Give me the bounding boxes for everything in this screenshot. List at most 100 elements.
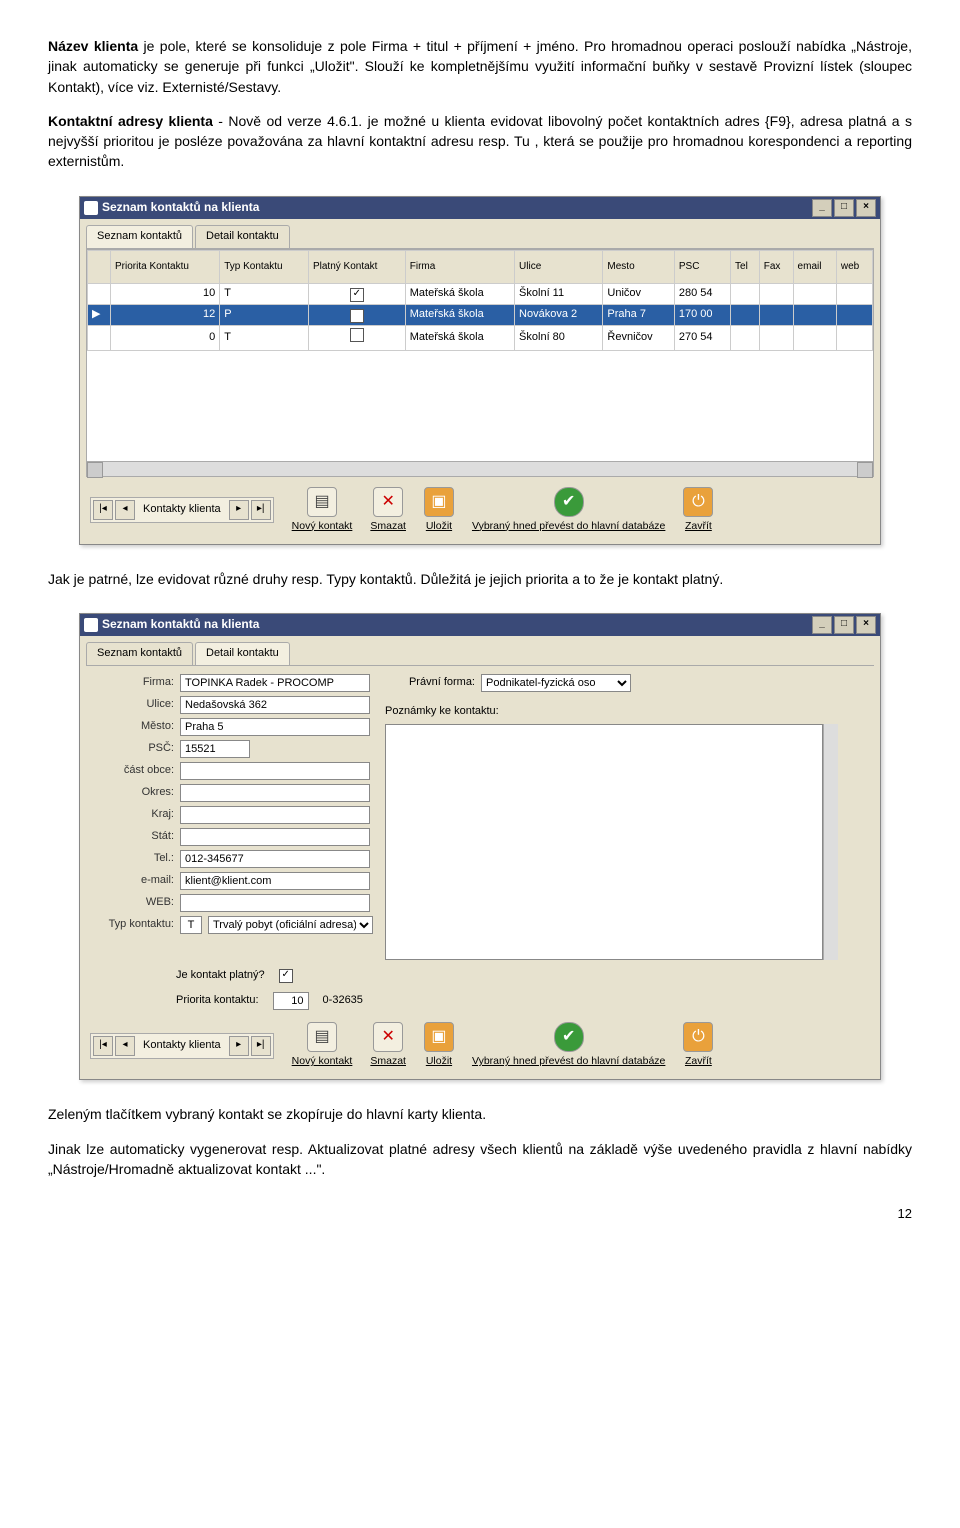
nav-next-icon[interactable]: ▸ [229, 1036, 249, 1056]
tab-list[interactable]: Seznam kontaktů [86, 225, 193, 248]
check-icon: ✔ [554, 487, 584, 517]
nav-next-icon[interactable]: ▸ [229, 500, 249, 520]
maximize-button[interactable]: □ [834, 616, 854, 634]
save-button[interactable]: ▣ Uložit [424, 1022, 454, 1069]
table-row[interactable]: ▶12P✓Mateřská školaNovákova 2Praha 7170 … [88, 304, 873, 325]
nav-last-icon[interactable]: ▸| [251, 500, 271, 520]
tabs: Seznam kontaktů Detail kontaktu [86, 642, 874, 666]
label-ulice: Ulice: [90, 697, 174, 713]
tab-detail[interactable]: Detail kontaktu [195, 225, 290, 248]
delete-button[interactable]: ✕ Smazat [370, 1022, 406, 1069]
email-field[interactable] [180, 872, 370, 890]
horizontal-scrollbar[interactable] [87, 461, 873, 476]
cross-icon: ✕ [373, 1022, 403, 1052]
nav-last-icon[interactable]: ▸| [251, 1036, 271, 1056]
pravni-forma-select[interactable]: Podnikatel-fyzická oso [481, 674, 631, 692]
new-contact-button[interactable]: ▤ Nový kontakt [292, 487, 353, 534]
window-title: Seznam kontaktů na klienta [102, 616, 259, 633]
label-poznamky: Poznámky ke kontaktu: [385, 704, 531, 720]
transfer-button[interactable]: ✔ Vybraný hned převést do hlavní databáz… [472, 1022, 665, 1069]
cast-obce-field[interactable] [180, 762, 370, 780]
label-platny: Je kontakt platný? [176, 968, 265, 984]
paragraph-1: Název klienta je pole, které se konsolid… [48, 36, 912, 97]
file-icon: ▤ [307, 1022, 337, 1052]
typ-code-field[interactable] [180, 916, 202, 934]
record-navigator[interactable]: |◂ ◂ Kontakty klienta ▸ ▸| [90, 1033, 274, 1059]
platny-checkbox[interactable]: ✓ [279, 969, 293, 983]
nav-prev-icon[interactable]: ◂ [115, 1036, 135, 1056]
window-contacts-list: Seznam kontaktů na klienta _ □ × Seznam … [79, 196, 881, 545]
close-button[interactable]: ⏻ Zavřít [683, 487, 713, 534]
tab-list[interactable]: Seznam kontaktů [86, 642, 193, 665]
cross-icon: ✕ [373, 487, 403, 517]
close-window-button[interactable]: × [856, 199, 876, 217]
paragraph-2: Kontaktní adresy klienta - Nově od verze… [48, 111, 912, 172]
web-field[interactable] [180, 894, 370, 912]
app-icon [84, 201, 98, 215]
label-psc: PSČ: [90, 741, 174, 757]
label-pravni: Právní forma: [385, 675, 475, 691]
record-navigator[interactable]: |◂ ◂ Kontakty klienta ▸ ▸| [90, 497, 274, 523]
para2-bold: Kontaktní adresy klienta [48, 113, 213, 129]
save-icon: ▣ [424, 1022, 454, 1052]
para1-bold: Název klienta [48, 38, 138, 54]
transfer-button[interactable]: ✔ Vybraný hned převést do hlavní databáz… [472, 487, 665, 534]
contacts-grid[interactable]: Priorita Kontaktu Typ Kontaktu Platný Ko… [86, 249, 874, 477]
tabs: Seznam kontaktů Detail kontaktu [86, 225, 874, 249]
ulice-field[interactable] [180, 696, 370, 714]
label-typ: Typ kontaktu: [90, 917, 174, 933]
priorita-field[interactable] [273, 992, 309, 1010]
label-okres: Okres: [90, 785, 174, 801]
nav-first-icon[interactable]: |◂ [93, 500, 113, 520]
notes-textarea[interactable] [385, 724, 823, 960]
label-tel: Tel.: [90, 851, 174, 867]
file-icon: ▤ [307, 487, 337, 517]
close-window-button[interactable]: × [856, 616, 876, 634]
notes-scrollbar[interactable] [823, 724, 838, 960]
grid-header-row: Priorita Kontaktu Typ Kontaktu Platný Ko… [88, 250, 873, 283]
toolbar: |◂ ◂ Kontakty klienta ▸ ▸| ▤ Nový kontak… [80, 1016, 880, 1079]
tab-detail[interactable]: Detail kontaktu [195, 642, 290, 665]
check-icon: ✔ [554, 1022, 584, 1052]
nav-prev-icon[interactable]: ◂ [115, 500, 135, 520]
power-icon: ⏻ [683, 1022, 713, 1052]
save-button[interactable]: ▣ Uložit [424, 487, 454, 534]
priorita-range: 0-32635 [323, 993, 363, 1009]
new-contact-button[interactable]: ▤ Nový kontakt [292, 1022, 353, 1069]
tel-field[interactable] [180, 850, 370, 868]
typ-select[interactable]: Trvalý pobyt (oficiální adresa) [208, 916, 373, 934]
label-mesto: Město: [90, 719, 174, 735]
label-email: e-mail: [90, 873, 174, 889]
maximize-button[interactable]: □ [834, 199, 854, 217]
minimize-button[interactable]: _ [812, 199, 832, 217]
okres-field[interactable] [180, 784, 370, 802]
paragraph-4: Zeleným tlačítkem vybraný kontakt se zko… [48, 1104, 912, 1124]
label-firma: Firma: [90, 675, 174, 691]
mesto-field[interactable] [180, 718, 370, 736]
power-icon: ⏻ [683, 487, 713, 517]
minimize-button[interactable]: _ [812, 616, 832, 634]
label-priorita: Priorita kontaktu: [176, 993, 259, 1009]
label-web: WEB: [90, 895, 174, 911]
window-title: Seznam kontaktů na klienta [102, 199, 259, 216]
kraj-field[interactable] [180, 806, 370, 824]
delete-button[interactable]: ✕ Smazat [370, 487, 406, 534]
table-row[interactable]: 10T✓Mateřská školaŠkolní 11Uničov280 54 [88, 283, 873, 304]
stat-field[interactable] [180, 828, 370, 846]
titlebar: Seznam kontaktů na klienta _ □ × [80, 614, 880, 636]
save-icon: ▣ [424, 487, 454, 517]
firma-field[interactable] [180, 674, 370, 692]
nav-label: Kontakty klienta [137, 502, 227, 518]
table-row[interactable]: 0TMateřská školaŠkolní 80Řevničov270 54 [88, 325, 873, 350]
nav-first-icon[interactable]: |◂ [93, 1036, 113, 1056]
psc-field[interactable] [180, 740, 250, 758]
label-stat: Stát: [90, 829, 174, 845]
close-button[interactable]: ⏻ Zavřít [683, 1022, 713, 1069]
nav-label: Kontakty klienta [137, 1038, 227, 1054]
para1-rest: je pole, které se konsoliduje z pole Fir… [48, 38, 912, 95]
label-cast: část obce: [90, 763, 174, 779]
app-icon [84, 618, 98, 632]
paragraph-5: Jinak lze automaticky vygenerovat resp. … [48, 1139, 912, 1180]
paragraph-3: Jak je patrné, lze evidovat různé druhy … [48, 569, 912, 589]
toolbar: |◂ ◂ Kontakty klienta ▸ ▸| ▤ Nový kontak… [80, 481, 880, 544]
